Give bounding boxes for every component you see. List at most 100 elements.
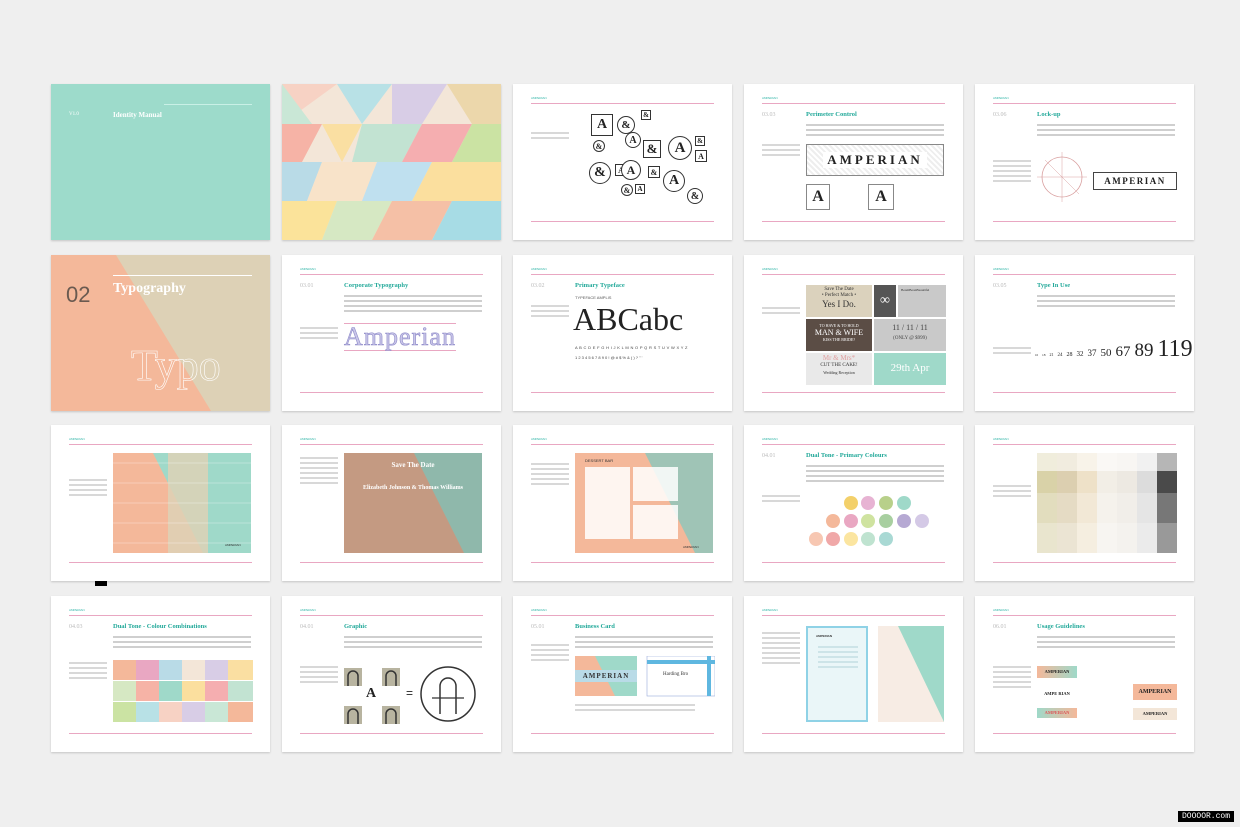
poster-text: Wedding Reception <box>823 370 855 375</box>
poster-text: KISS THE BRIDE? <box>822 337 856 342</box>
ampersand-circle: & <box>687 188 703 204</box>
business-card-wordmark: AMPERIAN <box>582 672 630 680</box>
slide-header: AMPERIAN <box>531 267 714 275</box>
ampersand-box: & <box>643 140 661 158</box>
side-text <box>762 632 800 667</box>
poster-price: (ONLY @ $999) <box>893 336 927 341</box>
save-the-date-slide[interactable]: AMPERIAN Save The Date Elizabeth Johnson… <box>282 425 501 581</box>
side-text <box>531 132 569 142</box>
body-text <box>344 636 482 651</box>
poster-cell-dark: TO HAVE & TO HOLD MAN & WIFE KISS THE BR… <box>806 319 872 351</box>
letter-a-circle: A <box>663 170 685 192</box>
typography-cover[interactable]: Typo 02 Typography <box>51 255 270 411</box>
slide-footer <box>762 392 945 393</box>
scale-step: 28 <box>1066 352 1073 358</box>
type-in-use-slide[interactable]: AMPERIAN 03.05 Type In Use 16 18 21 24 2… <box>975 255 1194 411</box>
corporate-typography-slide[interactable]: AMPERIAN 03.01 Corporate Typography Ampe… <box>282 255 501 411</box>
ampersand-box: & <box>695 136 705 146</box>
poster-text: Yes I Do. <box>822 299 856 309</box>
lockup-slide[interactable]: AMPERIAN 03.06 Lock-up AMPERIAN <box>975 84 1194 240</box>
slide-title: Dual Tone - Primary Colours <box>806 452 887 459</box>
slide-title: Usage Guidelines <box>1037 623 1085 630</box>
slide-header: AMPERIAN <box>531 608 714 616</box>
cover-title: Identity Manual <box>113 111 162 119</box>
body-text <box>113 636 251 651</box>
scale-step: 37 <box>1087 348 1097 358</box>
letterhead-page: AMPERIAN <box>806 626 868 722</box>
slide-number: 05.01 <box>531 624 545 630</box>
letterhead-slide[interactable]: AMPERIAN AMPERIAN <box>744 596 963 752</box>
dessert-bar-slide[interactable]: AMPERIAN DESSERT BAR AMPERIAN <box>513 425 732 581</box>
slide-footer <box>762 562 945 563</box>
poster-cell-save: Save The Date • Perfect Match • Yes I Do… <box>806 285 872 317</box>
slide-header: AMPERIAN <box>531 96 714 104</box>
logo-mark-box: A <box>806 184 830 210</box>
slide-number: 03.06 <box>993 112 1007 118</box>
slide-header: AMPERIAN <box>762 96 945 104</box>
slide-title: Perimeter Control <box>806 111 857 118</box>
invitation-slide[interactable]: AMPERIAN AMPERIAN <box>51 425 270 581</box>
slide-footer <box>762 221 945 222</box>
watermark: DOOOOR.com <box>1177 811 1234 822</box>
slide-footer <box>531 392 714 393</box>
body-text <box>806 124 944 139</box>
scale-step: 32 <box>1076 350 1084 358</box>
logo-perimeter: AMPERIAN <box>806 144 944 176</box>
scale-step: 89 <box>1134 340 1154 361</box>
poster-text: CUT THE CAKE! <box>820 363 858 368</box>
usage-example: AMPERIAN <box>1037 666 1077 678</box>
letterhead-brand: AMPERIAN <box>816 634 833 638</box>
poster-cell-grey: BeamBeanBeautiful <box>898 285 946 317</box>
scale-step: 50 <box>1100 347 1112 359</box>
slide-title: Corporate Typography <box>344 282 409 289</box>
side-text <box>993 160 1031 185</box>
save-date-title: Save The Date <box>391 461 435 469</box>
slide-footer <box>69 562 252 563</box>
alphabet: A B C D E F G H I J K L M N O P Q R S T … <box>575 345 688 350</box>
side-text <box>531 463 569 488</box>
slide-footer <box>531 733 714 734</box>
perimeter-slide[interactable]: AMPERIAN 03.03 Perimeter Control AMPERIA… <box>744 84 963 240</box>
primary-colours-slide[interactable]: AMPERIAN 04.01 Dual Tone - Primary Colou… <box>744 425 963 581</box>
slide-number: 03.03 <box>762 112 776 118</box>
side-text <box>300 327 338 342</box>
slide-header: AMPERIAN <box>762 267 945 275</box>
digits: 1 2 3 4 5 6 7 8 9 0 ! @ # $ % & ( ) ? " … <box>575 355 643 360</box>
slide-number: 06.01 <box>993 624 1007 630</box>
graphic-slide[interactable]: AMPERIAN 04.01 Graphic A = <box>282 596 501 752</box>
slide-number: 03.01 <box>300 283 314 289</box>
slide-header: AMPERIAN <box>69 608 252 616</box>
primary-typeface-slide[interactable]: AMPERIAN 03.02 Primary Typeface TYPEFACE… <box>513 255 732 411</box>
slide-title: Primary Typeface <box>575 282 625 289</box>
invitation-brand: AMPERIAN <box>225 543 241 547</box>
business-card-slide[interactable]: AMPERIAN 05.01 Business Card AMPERIAN Ha… <box>513 596 732 752</box>
pattern-slide[interactable] <box>282 84 501 240</box>
slide-header: AMPERIAN <box>300 267 483 275</box>
slide-footer <box>993 221 1176 222</box>
side-text <box>762 495 800 505</box>
colour-value-table <box>1037 453 1177 553</box>
letter-a-box: A <box>591 114 613 136</box>
slide-title: Lock-up <box>1037 111 1061 118</box>
letter-a-box: A <box>695 150 707 162</box>
typography-poster-slide[interactable]: AMPERIAN Save The Date • Perfect Match •… <box>744 255 963 411</box>
graphic-letter: A <box>366 686 377 701</box>
scale-step: 18 <box>1042 353 1046 357</box>
ampersand-slide[interactable]: AMPERIAN A & & & A & A & A & A A & A & A… <box>513 84 732 240</box>
slide-header: AMPERIAN <box>300 437 483 445</box>
slide-footer <box>993 392 1176 393</box>
side-text <box>993 485 1031 500</box>
body-text <box>1037 636 1175 651</box>
triangle-pattern <box>282 84 501 240</box>
colour-combinations-slide[interactable]: AMPERIAN 04.03 Dual Tone - Colour Combin… <box>51 596 270 752</box>
colour-table-slide[interactable]: AMPERIAN <box>975 425 1194 581</box>
affinity-symbol-icon <box>420 666 476 722</box>
cover-slide[interactable]: V1.0 Identity Manual <box>51 84 270 240</box>
body-text <box>575 636 713 651</box>
body-text <box>344 295 482 315</box>
side-text <box>300 457 338 487</box>
scale-step: 16 <box>1035 353 1038 357</box>
poster-cell-apr: 29th Apr <box>874 353 946 385</box>
poster-text: Mr & Mrs* <box>822 354 856 362</box>
usage-guidelines-slide[interactable]: AMPERIAN 06.01 Usage Guidelines AMPERIAN… <box>975 596 1194 752</box>
